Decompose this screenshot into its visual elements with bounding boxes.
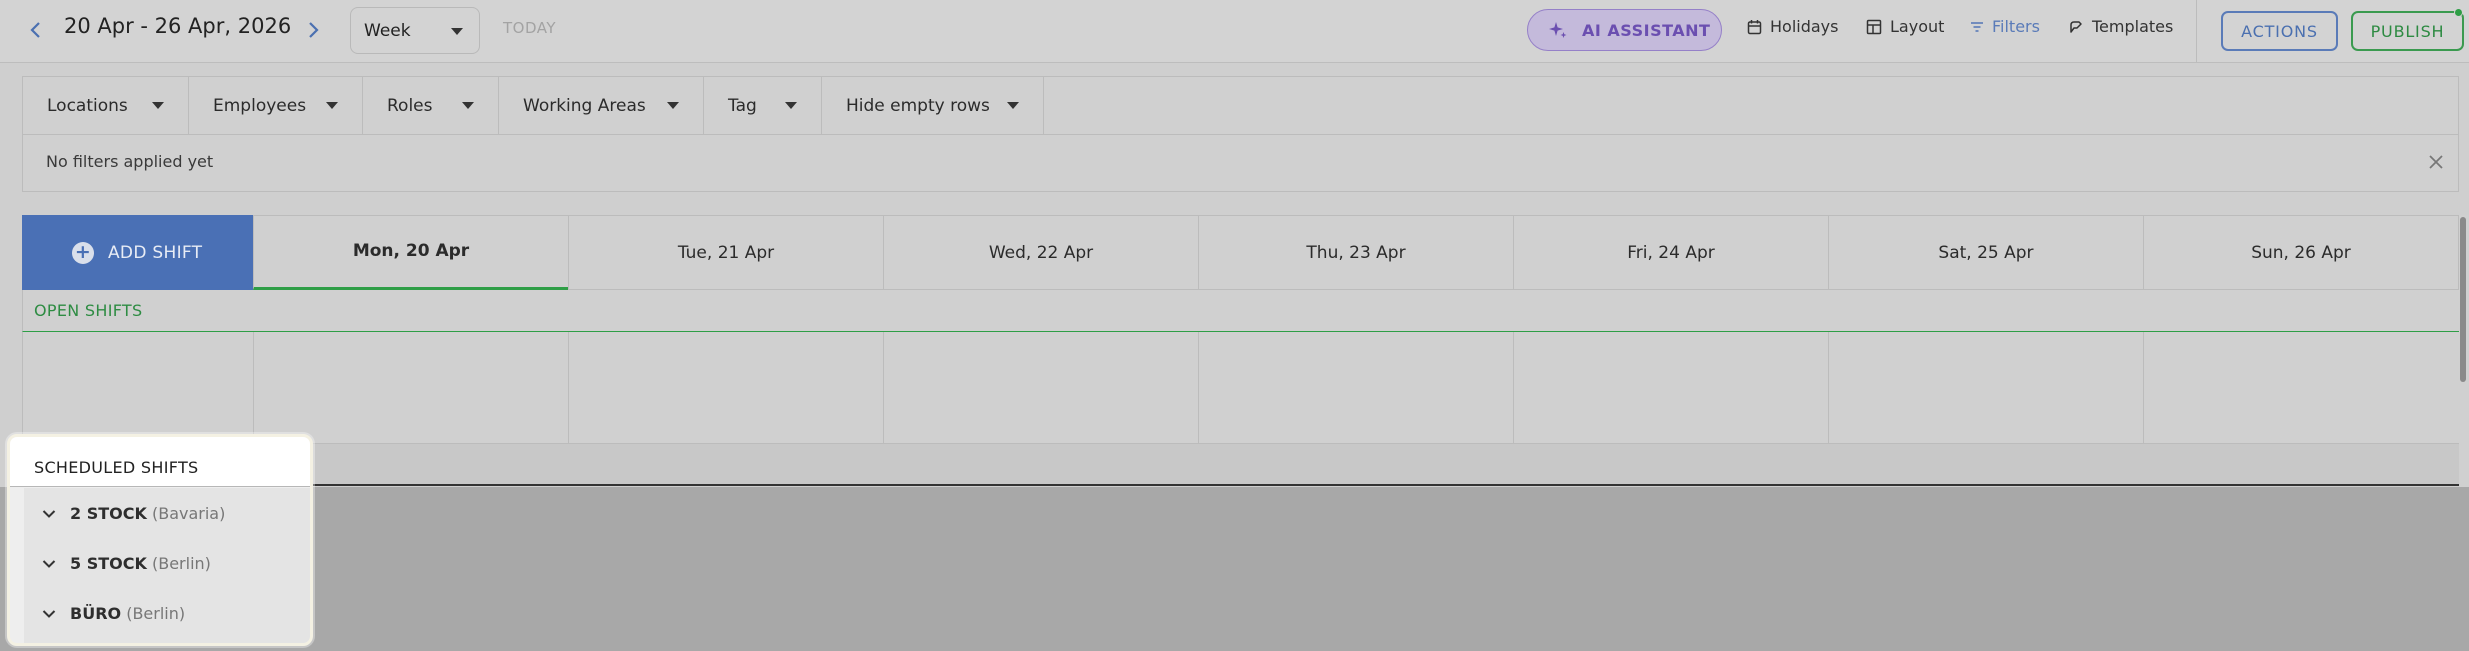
location-row-5-stock[interactable]: 5 STOCK (Berlin) (42, 554, 211, 573)
caret-down-icon (462, 102, 474, 109)
cell-divider (883, 332, 884, 444)
open-shifts-label: OPEN SHIFTS (34, 301, 143, 320)
caret-down-icon (1007, 102, 1019, 109)
date-range-label: 20 Apr - 26 Apr, 2026 (64, 14, 292, 38)
location-name: 5 STOCK (70, 554, 147, 573)
next-week-button[interactable] (299, 16, 327, 44)
filter-employees[interactable]: Employees (189, 77, 363, 135)
filter-panel: Locations Employees Roles Working Areas … (22, 76, 2459, 192)
templates-button[interactable]: Templates (2068, 17, 2173, 36)
today-button[interactable]: TODAY (503, 19, 556, 37)
caret-down-icon (667, 102, 679, 109)
cell-divider (1198, 332, 1199, 444)
day-header-sat[interactable]: Sat, 25 Apr (1828, 215, 2143, 290)
location-name: BÜRO (70, 604, 122, 623)
plus-icon: + (72, 241, 94, 264)
ai-assistant-button[interactable]: AI ASSISTANT (1527, 9, 1722, 51)
layout-button[interactable]: Layout (1866, 17, 1944, 36)
layout-icon (1866, 19, 1882, 34)
filter-tag-label: Tag (728, 96, 757, 116)
chevron-down-icon (42, 559, 56, 568)
templates-icon (2070, 20, 2082, 33)
ai-assistant-label: AI ASSISTANT (1582, 20, 1711, 40)
filter-tag[interactable]: Tag (704, 77, 822, 135)
holidays-label: Holidays (1770, 17, 1839, 36)
caret-down-icon (326, 102, 338, 109)
cell-divider (1513, 332, 1514, 444)
cell-divider (1828, 332, 1829, 444)
publish-button[interactable]: PUBLISH (2351, 11, 2464, 51)
cell-divider (253, 332, 254, 444)
filter-roles[interactable]: Roles (363, 77, 499, 135)
open-shifts-cells (22, 332, 2459, 444)
cell-divider (2143, 332, 2144, 444)
day-header-mon[interactable]: Mon, 20 Apr (253, 215, 568, 290)
chevron-right-icon (309, 22, 319, 38)
toolbar-divider (2196, 0, 2197, 62)
view-select-value: Week (364, 20, 411, 41)
location-region: (Berlin) (126, 604, 186, 623)
day-header-fri[interactable]: Fri, 24 Apr (1513, 215, 1828, 290)
caret-down-icon (451, 28, 463, 35)
add-shift-button[interactable]: + ADD SHIFT (22, 215, 253, 290)
filters-button[interactable]: Filters (1970, 17, 2040, 36)
scheduled-shifts-title: SCHEDULED SHIFTS (34, 458, 199, 477)
chevron-left-icon (30, 22, 40, 38)
location-region: (Bavaria) (151, 504, 226, 523)
open-shifts-row (22, 290, 2459, 332)
holidays-button[interactable]: Holidays (1747, 17, 1838, 36)
layout-label: Layout (1890, 17, 1945, 36)
scrollbar-thumb[interactable] (2460, 217, 2466, 382)
templates-label: Templates (2092, 17, 2174, 36)
schedule-empty-area (0, 487, 2469, 651)
actions-button[interactable]: ACTIONS (2221, 11, 2338, 51)
day-header-sun[interactable]: Sun, 26 Apr (2143, 215, 2458, 290)
previous-week-button[interactable] (22, 16, 50, 44)
filter-hide-empty-rows-label: Hide empty rows (846, 96, 990, 116)
add-shift-label: ADD SHIFT (108, 242, 203, 263)
filters-label: Filters (1992, 17, 2040, 36)
cell-divider (568, 332, 569, 444)
day-header-tue[interactable]: Tue, 21 Apr (568, 215, 883, 290)
filter-tabs: Locations Employees Roles Working Areas … (23, 77, 2458, 135)
filter-locations-label: Locations (47, 96, 128, 116)
filter-icon (1971, 21, 1983, 32)
scheduled-shifts-band (22, 444, 2459, 486)
filter-working-areas[interactable]: Working Areas (499, 77, 704, 135)
publish-status-dot (2454, 8, 2463, 17)
view-select[interactable]: Week (350, 7, 480, 54)
sparkle-icon (1549, 22, 1567, 38)
location-name: 2 STOCK (70, 504, 147, 523)
calendar-icon (1747, 19, 1762, 34)
filter-status-text: No filters applied yet (46, 152, 214, 171)
location-list: 2 STOCK (Bavaria) 5 STOCK (Berlin) BÜRO … (24, 488, 310, 643)
location-row-2-stock[interactable]: 2 STOCK (Bavaria) (42, 504, 225, 523)
filter-employees-label: Employees (213, 96, 307, 116)
filter-hide-empty-rows[interactable]: Hide empty rows (822, 77, 1044, 135)
caret-down-icon (152, 102, 164, 109)
scheduled-shifts-panel: SCHEDULED SHIFTS 2 STOCK (Bavaria) 5 STO… (7, 434, 313, 646)
day-header-wed[interactable]: Wed, 22 Apr (883, 215, 1198, 290)
scheduled-shifts-header: SCHEDULED SHIFTS (10, 437, 310, 487)
chevron-down-icon (42, 509, 56, 518)
filter-locations[interactable]: Locations (23, 77, 189, 135)
filter-roles-label: Roles (387, 96, 433, 116)
chevron-down-icon (42, 609, 56, 618)
filter-working-areas-label: Working Areas (523, 96, 646, 116)
clear-filters-button[interactable] (2423, 149, 2449, 175)
location-row-buero[interactable]: BÜRO (Berlin) (42, 604, 185, 623)
close-icon (2429, 155, 2443, 169)
caret-down-icon (785, 102, 797, 109)
location-region: (Berlin) (151, 554, 211, 573)
day-header-thu[interactable]: Thu, 23 Apr (1198, 215, 1513, 290)
